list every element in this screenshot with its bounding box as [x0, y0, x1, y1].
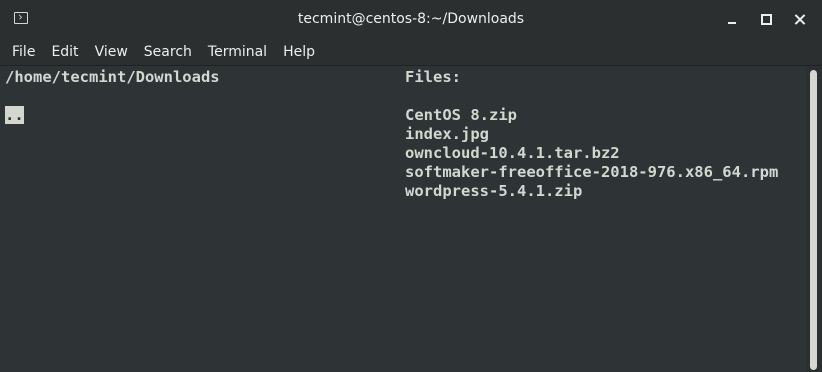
file-list-item[interactable]: owncloud-10.4.1.tar.bz2: [405, 144, 620, 163]
directory-list-item[interactable]: ..: [5, 106, 24, 125]
maximize-icon: [760, 13, 772, 25]
scrollbar[interactable]: [806, 66, 822, 372]
menu-search[interactable]: Search: [136, 38, 200, 66]
window-title: tecmint@centos-8:~/Downloads: [297, 11, 525, 27]
parent-directory[interactable]: ..: [5, 106, 24, 124]
minimize-icon: [728, 22, 736, 24]
terminal-output[interactable]: /home/tecmint/Downloads Files: .. CentOS…: [0, 66, 806, 372]
title-bar[interactable]: tecmint@centos-8:~/Downloads: [0, 0, 822, 38]
maximize-button[interactable]: [756, 9, 776, 29]
files-header: Files:: [405, 68, 461, 86]
file-list-item[interactable]: softmaker-freeoffice-2018-976.x86_64.rpm: [405, 163, 778, 182]
file-list-item[interactable]: wordpress-5.4.1.zip: [405, 182, 582, 201]
close-icon: [795, 14, 806, 25]
current-path: /home/tecmint/Downloads: [5, 68, 220, 86]
minimize-button[interactable]: [722, 9, 742, 29]
close-button[interactable]: [790, 9, 810, 29]
file-list-item[interactable]: index.jpg: [405, 125, 489, 144]
scroll-thumb[interactable]: [810, 70, 817, 370]
menu-edit[interactable]: Edit: [43, 38, 86, 66]
menu-terminal[interactable]: Terminal: [200, 38, 275, 66]
menu-file[interactable]: File: [4, 38, 43, 66]
menu-view[interactable]: View: [87, 38, 136, 66]
file-list-item[interactable]: CentOS 8.zip: [405, 106, 517, 125]
menu-bar: File Edit View Search Terminal Help: [0, 38, 822, 66]
menu-help[interactable]: Help: [275, 38, 323, 66]
terminal-window: tecmint@centos-8:~/Downloads File Edit V…: [0, 0, 822, 372]
